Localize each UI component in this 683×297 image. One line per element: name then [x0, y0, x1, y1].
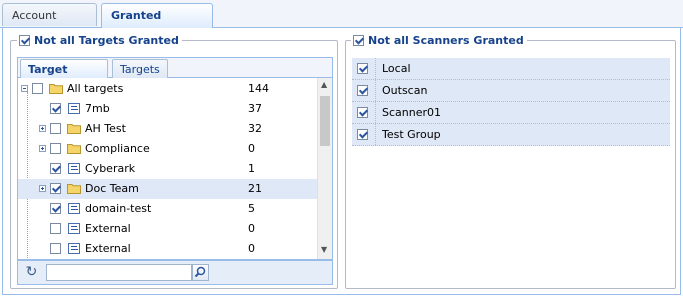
target-list-icon	[68, 243, 80, 254]
scanners-legend-label: Not all Scanners Granted	[368, 34, 524, 47]
refresh-icon[interactable]: ↻	[24, 265, 39, 280]
scanners-legend: Not all Scanners Granted	[351, 33, 527, 48]
tree-item-checkbox[interactable]	[32, 83, 43, 94]
column-divider	[375, 80, 376, 101]
tree-item-label: Cyberark	[85, 162, 136, 175]
tree-item-count: 1	[248, 162, 255, 175]
tree-item-count: 144	[248, 82, 269, 95]
tree-row[interactable]: Doc Team 21	[18, 179, 318, 199]
tree-item-label: All targets	[67, 82, 124, 95]
granted-targets-panel: Not all Targets Granted Target Group Tar…	[2, 28, 681, 295]
tree-row[interactable]: 7mb 37	[18, 99, 318, 119]
tree-item-label: 7mb	[85, 102, 110, 115]
search-button[interactable]	[192, 264, 209, 281]
scanner-label: Scanner01	[382, 106, 442, 119]
expand-icon[interactable]	[39, 145, 46, 152]
tree-item-checkbox[interactable]	[50, 203, 61, 214]
tree-row[interactable]: domain-test 5	[18, 199, 318, 219]
tab-targets[interactable]: Targets	[112, 59, 168, 78]
tree-item-checkbox[interactable]	[50, 103, 61, 114]
tree-item-count: 37	[248, 102, 262, 115]
folder-icon	[67, 184, 81, 194]
tree-toolbar: ↻	[17, 260, 333, 285]
scroll-up-icon[interactable]: ▲	[321, 80, 327, 90]
subtab-label: Targets	[120, 63, 160, 76]
column-divider	[375, 58, 376, 79]
tab-target-group[interactable]: Target Group	[20, 59, 108, 95]
tree-row[interactable]: External 0	[18, 239, 318, 259]
tree-item-checkbox[interactable]	[50, 243, 61, 254]
tree-item-label: External	[85, 222, 131, 235]
target-subtab-bar: Target Group Targets	[17, 57, 333, 95]
scanner-list: Local Outscan Scanner01 Test Group	[352, 57, 670, 146]
target-list-icon	[68, 103, 80, 114]
tab-account-settings[interactable]: Account Settings	[2, 3, 97, 45]
scanner-checkbox[interactable]	[357, 107, 368, 118]
tree-item-checkbox[interactable]	[50, 223, 61, 234]
not-all-targets-checkbox[interactable]	[19, 35, 30, 46]
scanner-row[interactable]: Local	[352, 58, 670, 80]
scanner-label: Local	[382, 62, 411, 75]
target-list-icon	[68, 223, 80, 234]
scanners-fieldset: Not all Scanners Granted Local Outscan Sca…	[345, 33, 676, 289]
tab-granted-targets[interactable]: Granted Targets	[101, 3, 213, 45]
collapse-icon[interactable]	[21, 85, 28, 92]
tree-item-label: AH Test	[85, 122, 126, 135]
tree-row[interactable]: Cyberark 1	[18, 159, 318, 179]
target-group-tree: All targets 144 7mb 37 AH Test 32 Compliance 0 C…	[17, 78, 333, 260]
tree-row[interactable]: All targets 144	[18, 79, 318, 99]
folder-icon	[49, 84, 63, 94]
tree-item-count: 21	[248, 182, 262, 195]
targets-legend: Not all Targets Granted	[17, 33, 182, 48]
tree-item-checkbox[interactable]	[50, 163, 61, 174]
scroll-thumb[interactable]	[320, 96, 330, 146]
expand-icon[interactable]	[39, 125, 46, 132]
tree-item-label: Doc Team	[85, 182, 139, 195]
target-search-input[interactable]	[46, 264, 192, 281]
target-list-icon	[68, 163, 80, 174]
tree-item-count: 0	[248, 242, 255, 255]
tree-row[interactable]: AH Test 32	[18, 119, 318, 139]
tree-row[interactable]: External 0	[18, 219, 318, 239]
scanner-checkbox[interactable]	[357, 129, 368, 140]
column-divider	[375, 102, 376, 123]
tree-item-checkbox[interactable]	[50, 143, 61, 154]
tree-item-count: 5	[248, 202, 255, 215]
folder-icon	[67, 124, 81, 134]
tree-item-count: 0	[248, 142, 255, 155]
tree-item-label: External	[85, 242, 131, 255]
folder-icon	[67, 144, 81, 154]
search-icon	[194, 266, 206, 278]
scanner-label: Outscan	[382, 84, 428, 97]
scanner-row[interactable]: Test Group	[352, 124, 670, 146]
tree-scrollbar[interactable]: ▲ ▼	[317, 78, 332, 259]
scanner-row[interactable]: Outscan	[352, 80, 670, 102]
scanner-checkbox[interactable]	[357, 85, 368, 96]
tree-row[interactable]: Compliance 0	[18, 139, 318, 159]
not-all-scanners-checkbox[interactable]	[353, 35, 364, 46]
tree-item-label: domain-test	[85, 202, 152, 215]
targets-legend-label: Not all Targets Granted	[34, 34, 179, 47]
tree-item-count: 0	[248, 222, 255, 235]
tree-item-checkbox[interactable]	[50, 123, 61, 134]
scanner-label: Test Group	[382, 128, 441, 141]
main-tab-bar: Account Settings Granted Targets	[0, 0, 683, 45]
target-list-icon	[68, 203, 80, 214]
expand-icon[interactable]	[39, 185, 46, 192]
targets-fieldset: Not all Targets Granted Target Group Tar…	[10, 33, 338, 289]
column-divider	[375, 124, 376, 145]
tree-item-count: 32	[248, 122, 262, 135]
tree-item-checkbox[interactable]	[50, 183, 61, 194]
scanner-row[interactable]: Scanner01	[352, 102, 670, 124]
scroll-down-icon[interactable]: ▼	[321, 245, 327, 255]
scanner-checkbox[interactable]	[357, 63, 368, 74]
tree-item-label: Compliance	[85, 142, 150, 155]
